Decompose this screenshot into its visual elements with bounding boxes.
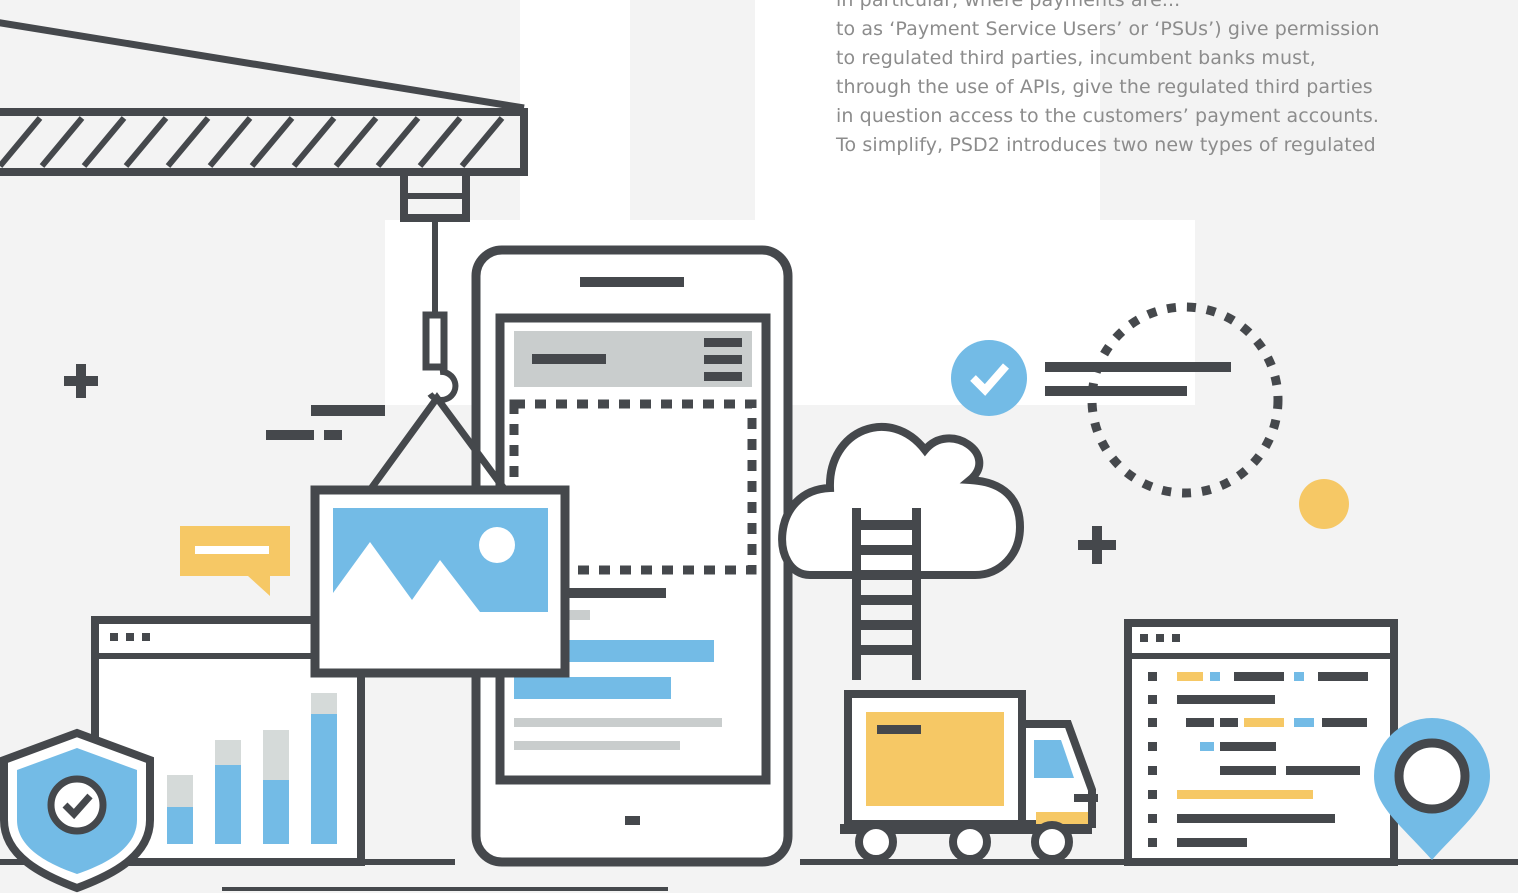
code-window-right xyxy=(1124,619,1398,866)
check-circle-icon xyxy=(951,340,1027,416)
list-lines xyxy=(1045,362,1231,396)
motion-lines xyxy=(266,405,385,440)
chat-bubble-icon xyxy=(180,526,290,596)
shield-check-icon xyxy=(0,728,154,893)
plus-icon xyxy=(1078,526,1116,564)
yellow-dot xyxy=(1299,479,1349,529)
crane-icon xyxy=(0,19,528,403)
truck-icon xyxy=(840,690,1098,863)
plus-icon xyxy=(64,364,98,398)
illustration xyxy=(0,19,1518,893)
dashed-circle-icon xyxy=(1087,302,1283,498)
